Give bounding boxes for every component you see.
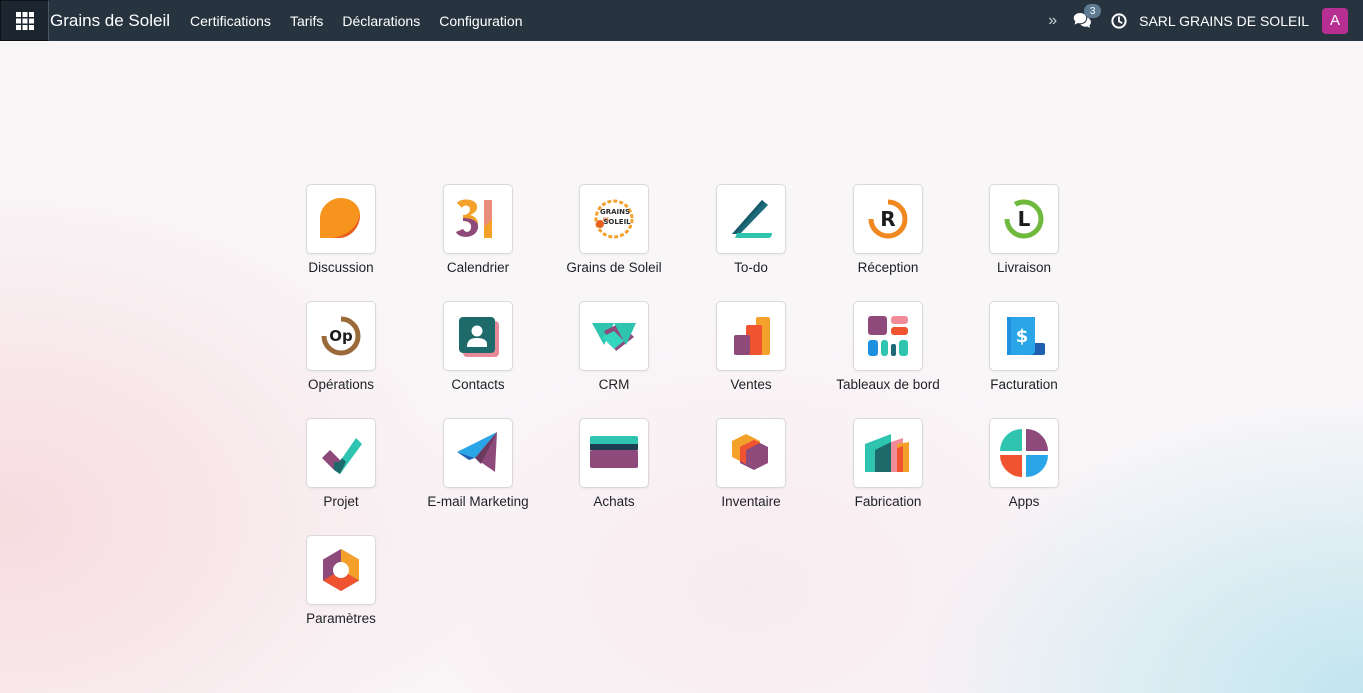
clock-icon bbox=[1111, 12, 1127, 29]
chat-count-badge: 3 bbox=[1084, 4, 1102, 18]
logo-text-soleil: SOLEIL bbox=[603, 218, 631, 226]
manufacturing-icon bbox=[865, 434, 909, 472]
menu-configuration[interactable]: Configuration bbox=[439, 13, 522, 29]
app-icon-frame bbox=[306, 184, 376, 254]
app-icon-frame bbox=[579, 301, 649, 371]
grains-de-soleil-logo-icon: GRAINS DE SOLEIL bbox=[594, 199, 634, 239]
sales-icon bbox=[734, 317, 770, 355]
app-livraison[interactable]: L Livraison bbox=[956, 184, 1092, 288]
app-operations[interactable]: Op Opérations bbox=[273, 301, 409, 405]
app-label: Apps bbox=[1008, 494, 1040, 509]
livraison-icon: L bbox=[1004, 199, 1044, 239]
top-navbar: Grains de Soleil Certifications Tarifs D… bbox=[0, 0, 1363, 41]
operations-glyph: Op bbox=[329, 327, 353, 345]
app-ventes[interactable]: Ventes bbox=[683, 301, 819, 405]
app-reception[interactable]: R Réception bbox=[820, 184, 956, 288]
app-label: Livraison bbox=[996, 260, 1052, 275]
purchase-icon bbox=[590, 436, 638, 468]
app-icon-frame: GRAINS DE SOLEIL bbox=[579, 184, 649, 254]
app-icon-frame bbox=[716, 418, 786, 488]
reception-icon: R bbox=[868, 199, 908, 239]
app-label: Calendrier bbox=[446, 260, 510, 275]
app-label: Fabrication bbox=[854, 494, 922, 509]
livraison-glyph: L bbox=[1018, 207, 1031, 231]
email-marketing-icon bbox=[457, 432, 497, 472]
chevrons-right-icon[interactable]: » bbox=[1048, 12, 1057, 30]
app-icon-frame bbox=[853, 301, 923, 371]
apps-icon bbox=[1000, 429, 1048, 477]
menu-tarifs[interactable]: Tarifs bbox=[290, 13, 323, 29]
app-apps[interactable]: Apps bbox=[956, 418, 1092, 522]
chat-button[interactable]: 3 bbox=[1073, 4, 1102, 29]
app-icon-frame bbox=[716, 184, 786, 254]
activity-button[interactable] bbox=[1111, 12, 1127, 29]
app-label: Grains de Soleil bbox=[566, 260, 662, 275]
app-discussion[interactable]: Discussion bbox=[273, 184, 409, 288]
app-label: Discussion bbox=[308, 260, 374, 275]
app-label: Paramètres bbox=[306, 611, 376, 626]
dashboards-icon bbox=[868, 316, 908, 356]
app-contacts[interactable]: Contacts bbox=[410, 301, 546, 405]
app-icon-frame bbox=[579, 418, 649, 488]
app-label: Tableaux de bord bbox=[836, 377, 940, 392]
app-icon-frame bbox=[443, 301, 513, 371]
app-label: Achats bbox=[593, 494, 635, 509]
app-label: Inventaire bbox=[721, 494, 781, 509]
app-label: Facturation bbox=[990, 377, 1058, 392]
app-label: Contacts bbox=[451, 377, 505, 392]
inventory-icon bbox=[732, 434, 768, 470]
reception-glyph: R bbox=[880, 207, 895, 231]
app-email-marketing[interactable]: E-mail Marketing bbox=[410, 418, 546, 522]
menu-declarations[interactable]: Déclarations bbox=[342, 13, 420, 29]
apps-menu-button[interactable] bbox=[0, 0, 49, 41]
menu-certifications[interactable]: Certifications bbox=[190, 13, 271, 29]
invoicing-icon: $ bbox=[1007, 317, 1045, 355]
app-icon-frame: $ bbox=[989, 301, 1059, 371]
app-icon-frame: R bbox=[853, 184, 923, 254]
app-facturation[interactable]: $ Facturation bbox=[956, 301, 1092, 405]
app-label: Ventes bbox=[730, 377, 772, 392]
company-switcher[interactable]: SARL GRAINS DE SOLEIL bbox=[1139, 13, 1309, 29]
project-icon bbox=[322, 438, 362, 474]
app-achats[interactable]: Achats bbox=[546, 418, 682, 522]
app-icon-frame: Op bbox=[306, 301, 376, 371]
app-todo[interactable]: To-do bbox=[683, 184, 819, 288]
app-icon-frame bbox=[853, 418, 923, 488]
navbar-systray: » 3 SARL GRAINS DE SOLEIL A bbox=[1048, 0, 1363, 41]
app-icon-frame bbox=[306, 535, 376, 605]
app-icon-frame bbox=[989, 418, 1059, 488]
brand-title[interactable]: Grains de Soleil bbox=[50, 11, 170, 31]
app-label: Projet bbox=[323, 494, 359, 509]
app-label: Réception bbox=[857, 260, 919, 275]
app-icon-frame bbox=[306, 418, 376, 488]
app-label: Opérations bbox=[307, 377, 375, 392]
app-label: E-mail Marketing bbox=[427, 494, 529, 509]
app-label: To-do bbox=[734, 260, 768, 275]
operations-icon: Op bbox=[321, 316, 361, 356]
app-grains-de-soleil[interactable]: GRAINS DE SOLEIL Grains de Soleil bbox=[546, 184, 682, 288]
contacts-icon bbox=[459, 317, 499, 357]
app-fabrication[interactable]: Fabrication bbox=[820, 418, 956, 522]
app-icon-frame bbox=[443, 184, 513, 254]
crm-icon bbox=[592, 323, 636, 351]
app-calendrier[interactable]: Calendrier bbox=[410, 184, 546, 288]
app-crm[interactable]: CRM bbox=[546, 301, 682, 405]
app-icon-frame: L bbox=[989, 184, 1059, 254]
user-avatar[interactable]: A bbox=[1322, 7, 1348, 34]
app-label: CRM bbox=[598, 377, 630, 392]
app-parametres[interactable]: Paramètres bbox=[273, 535, 409, 639]
app-inventaire[interactable]: Inventaire bbox=[683, 418, 819, 522]
app-projet[interactable]: Projet bbox=[273, 418, 409, 522]
todo-icon bbox=[732, 200, 772, 238]
apps-grid-icon bbox=[15, 11, 34, 30]
app-tableaux-de-bord[interactable]: Tableaux de bord bbox=[820, 301, 956, 405]
app-icon-frame bbox=[443, 418, 513, 488]
settings-icon bbox=[323, 549, 359, 591]
app-icon-frame bbox=[716, 301, 786, 371]
calendar-icon bbox=[456, 199, 492, 238]
invoicing-glyph: $ bbox=[1016, 326, 1029, 347]
logo-text-grains: GRAINS bbox=[600, 208, 630, 216]
discussion-icon bbox=[320, 198, 360, 238]
